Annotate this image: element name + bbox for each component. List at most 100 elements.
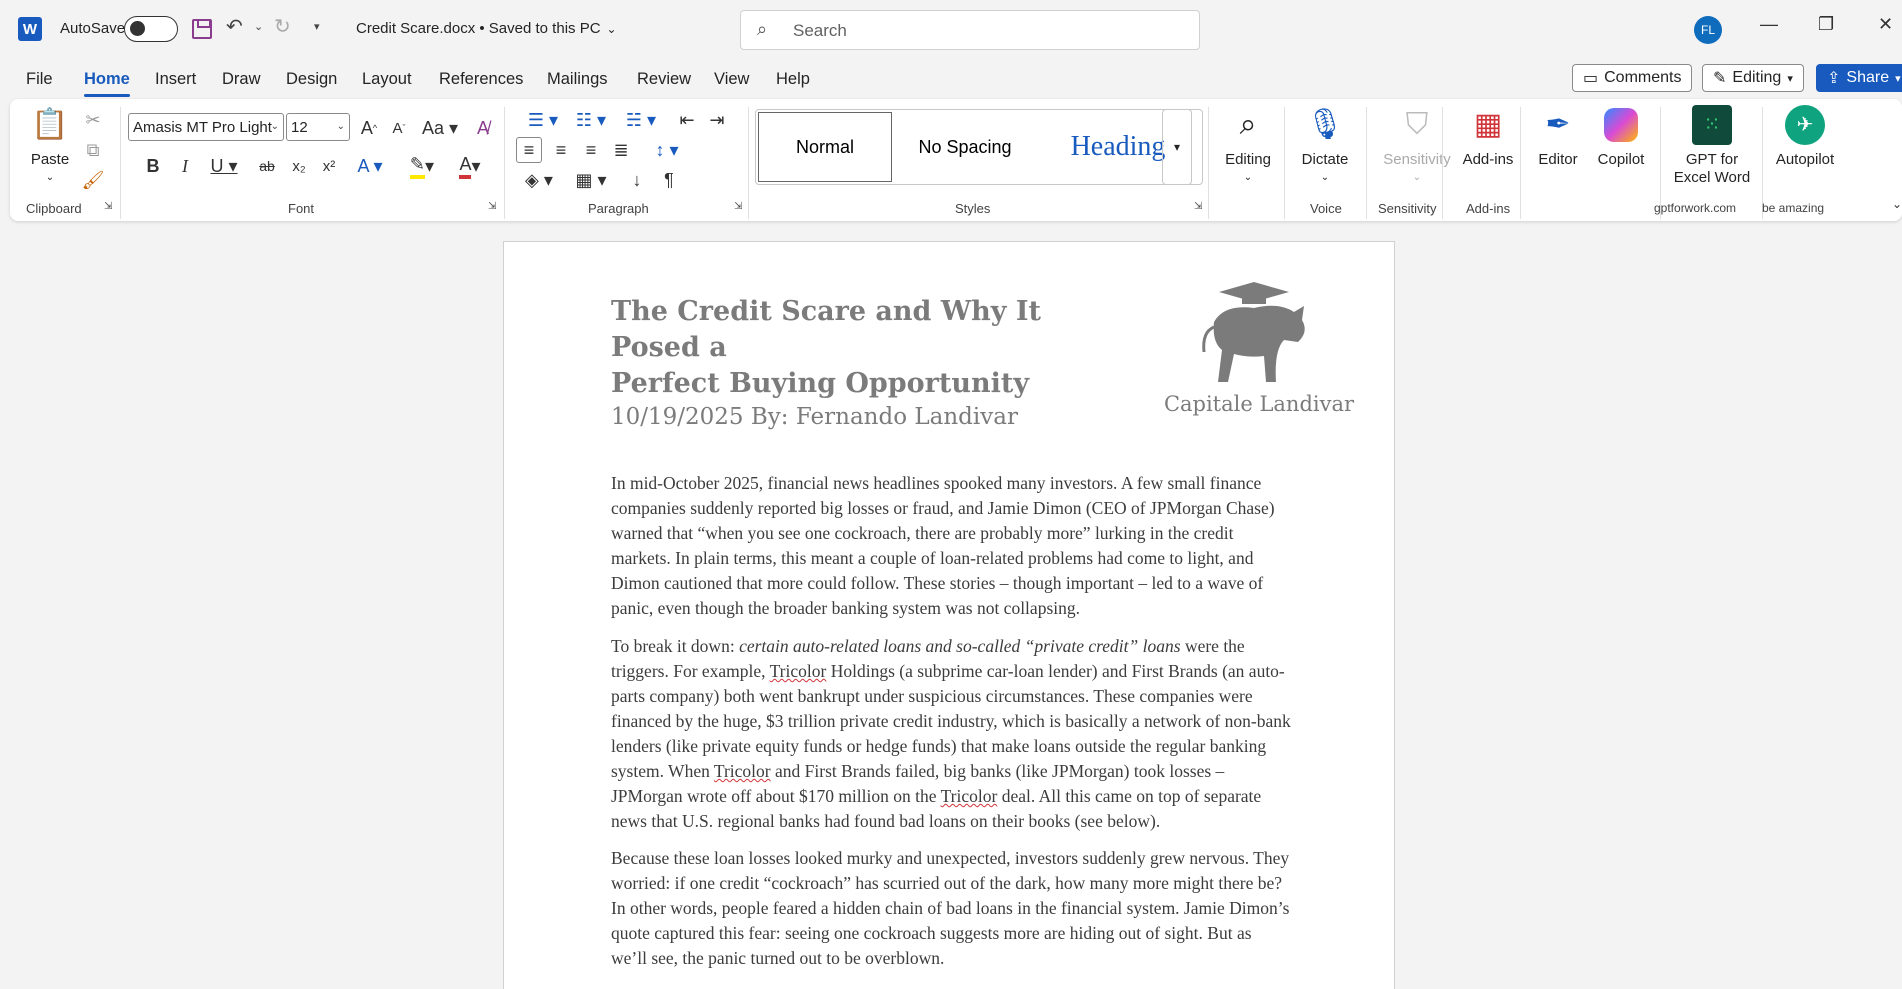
paste-button[interactable]: 📋 Paste ⌄ [30, 105, 70, 187]
avatar[interactable]: FL [1694, 16, 1722, 44]
align-left-icon[interactable]: ≡ [516, 137, 542, 163]
gpt-label-line2: Excel Word [1673, 169, 1751, 186]
tab-layout[interactable]: Layout [362, 70, 412, 89]
group-label-paragraph: Paragraph [588, 201, 649, 216]
search-input[interactable]: ⌕ Search [740, 10, 1200, 50]
show-formatting-icon[interactable]: ¶ [656, 167, 682, 193]
share-icon: ⇪ [1827, 70, 1841, 87]
close-icon[interactable]: ✕ [1878, 14, 1893, 35]
redo-icon[interactable]: ↻ [274, 14, 291, 39]
group-label-clipboard: Clipboard [26, 201, 82, 216]
tab-review[interactable]: Review [637, 70, 691, 89]
gpt-label-line1: GPT for [1685, 151, 1739, 168]
tab-home[interactable]: Home [84, 70, 130, 97]
font-size-select[interactable]: 12 ⌄ [286, 113, 350, 141]
text-effects-icon[interactable]: A ▾ [350, 153, 390, 179]
clear-formatting-icon[interactable]: A̸ [470, 115, 496, 141]
chevron-down-icon: ⌄ [1412, 172, 1422, 183]
copilot-button[interactable]: Copilot [1588, 105, 1654, 169]
font-size-value: 12 [291, 118, 308, 136]
separator [120, 107, 121, 219]
spelling-flag[interactable]: Tricolor [770, 661, 827, 681]
customize-toolbar-icon[interactable]: ▾ [314, 20, 320, 33]
bold-icon[interactable]: B [140, 153, 166, 179]
font-color-icon[interactable]: A ▾ [450, 153, 490, 179]
chevron-down-icon: ▾ [1895, 72, 1901, 85]
align-center-icon[interactable]: ≡ [548, 137, 574, 163]
change-case-icon[interactable]: Aa ▾ [420, 115, 460, 141]
gpt-for-excel-word-button[interactable]: ⁙ GPT for Excel Word [1666, 105, 1758, 187]
increase-indent-icon[interactable]: ⇥ [704, 107, 730, 133]
copy-icon[interactable]: ⧉ [80, 137, 106, 163]
justify-icon[interactable]: ≣ [608, 137, 634, 163]
numbering-icon[interactable]: ☷ ▾ [568, 107, 614, 133]
toggle-knob [130, 21, 145, 36]
style-normal[interactable]: Normal [758, 112, 892, 182]
tab-references[interactable]: References [439, 70, 523, 89]
separator [1442, 107, 1443, 219]
italic-icon[interactable]: I [172, 153, 198, 179]
tab-mailings[interactable]: Mailings [547, 70, 608, 89]
tab-help[interactable]: Help [776, 70, 810, 89]
line-spacing-icon[interactable]: ↕ ▾ [646, 137, 688, 163]
addins-button[interactable]: ▦ Add-ins [1448, 105, 1528, 169]
document-title-text: Credit Scare.docx • Saved to this PC [356, 20, 601, 37]
underline-icon[interactable]: U ▾ [204, 153, 244, 179]
autosave-toggle[interactable] [124, 16, 178, 42]
clipboard-icon: 📋 [31, 108, 69, 141]
document-title[interactable]: Credit Scare.docx • Saved to this PC ⌄ [356, 20, 617, 37]
format-painter-icon[interactable]: 🖌 [80, 167, 106, 193]
font-name-select[interactable]: Amasis MT Pro Light ⌄ [128, 113, 284, 141]
dictate-button[interactable]: 🎙 Dictate ⌄ [1290, 105, 1360, 187]
tab-view[interactable]: View [714, 70, 749, 89]
addins-icon: ▦ [1473, 108, 1503, 141]
decrease-indent-icon[interactable]: ⇤ [674, 107, 700, 133]
strikethrough-icon[interactable]: ab [254, 153, 280, 179]
cut-icon[interactable]: ✂ [80, 107, 106, 133]
tab-file[interactable]: File [26, 70, 53, 89]
minimize-icon[interactable]: — [1760, 14, 1778, 35]
style-no-spacing[interactable]: No Spacing [898, 112, 1032, 182]
spelling-flag[interactable]: Tricolor [714, 761, 771, 781]
chevron-down-icon: ▾ [1787, 72, 1793, 85]
sensitivity-label: Sensitivity [1383, 151, 1451, 168]
autosave-label: AutoSave [60, 20, 126, 37]
shrink-font-icon[interactable]: Aˇ [386, 115, 412, 141]
highlight-icon[interactable]: ✎ ▾ [402, 153, 442, 179]
share-button[interactable]: ⇪ Share ▾ [1816, 64, 1902, 92]
styles-launcher-icon[interactable]: ⇲ [1194, 201, 1202, 212]
tab-draw[interactable]: Draw [222, 70, 261, 89]
subscript-icon[interactable]: x₂ [286, 153, 312, 179]
styles-more-icon[interactable]: ▾ [1162, 109, 1192, 185]
font-launcher-icon[interactable]: ⇲ [488, 201, 496, 212]
undo-icon[interactable]: ↶ [226, 14, 243, 39]
editing-button[interactable]: ⌕ Editing ⌄ [1218, 105, 1278, 187]
grow-font-icon[interactable]: A ^ [356, 115, 382, 141]
shading-icon[interactable]: ◈ ▾ [518, 167, 560, 193]
undo-dropdown-icon[interactable]: ⌄ [254, 20, 263, 33]
comments-button[interactable]: ▭ Comments [1572, 64, 1693, 92]
align-right-icon[interactable]: ≡ [578, 137, 604, 163]
clipboard-launcher-icon[interactable]: ⇲ [104, 201, 112, 212]
group-label-voice: Voice [1310, 201, 1342, 216]
share-label: Share [1846, 69, 1890, 86]
multilevel-list-icon[interactable]: ☵ ▾ [618, 107, 664, 133]
bullets-icon[interactable]: ☰ ▾ [520, 107, 566, 133]
document-page[interactable]: The Credit Scare and Why It Posed a Perf… [503, 241, 1395, 989]
autopilot-button[interactable]: ✈ Autopilot [1762, 105, 1848, 169]
borders-icon[interactable]: ▦ ▾ [570, 167, 612, 193]
editing-mode-button[interactable]: ✎ Editing ▾ [1702, 64, 1804, 92]
spelling-flag[interactable]: Tricolor [941, 786, 998, 806]
separator [1366, 107, 1367, 219]
editor-button[interactable]: ✒ Editor [1530, 105, 1586, 169]
sort-icon[interactable]: ↓ [624, 167, 650, 193]
paragraph-launcher-icon[interactable]: ⇲ [734, 201, 742, 212]
save-icon[interactable] [192, 19, 212, 39]
ribbon-home: 📋 Paste ⌄ ✂ ⧉ 🖌 Clipboard ⇲ Amasis MT Pr… [10, 99, 1902, 221]
superscript-icon[interactable]: x² [316, 153, 342, 179]
chevron-down-icon: ⌄ [45, 172, 55, 183]
tab-insert[interactable]: Insert [155, 70, 196, 89]
restore-icon[interactable]: ❐ [1818, 14, 1834, 35]
collapse-ribbon-icon[interactable]: ⌄ [1884, 191, 1902, 217]
tab-design[interactable]: Design [286, 70, 337, 89]
